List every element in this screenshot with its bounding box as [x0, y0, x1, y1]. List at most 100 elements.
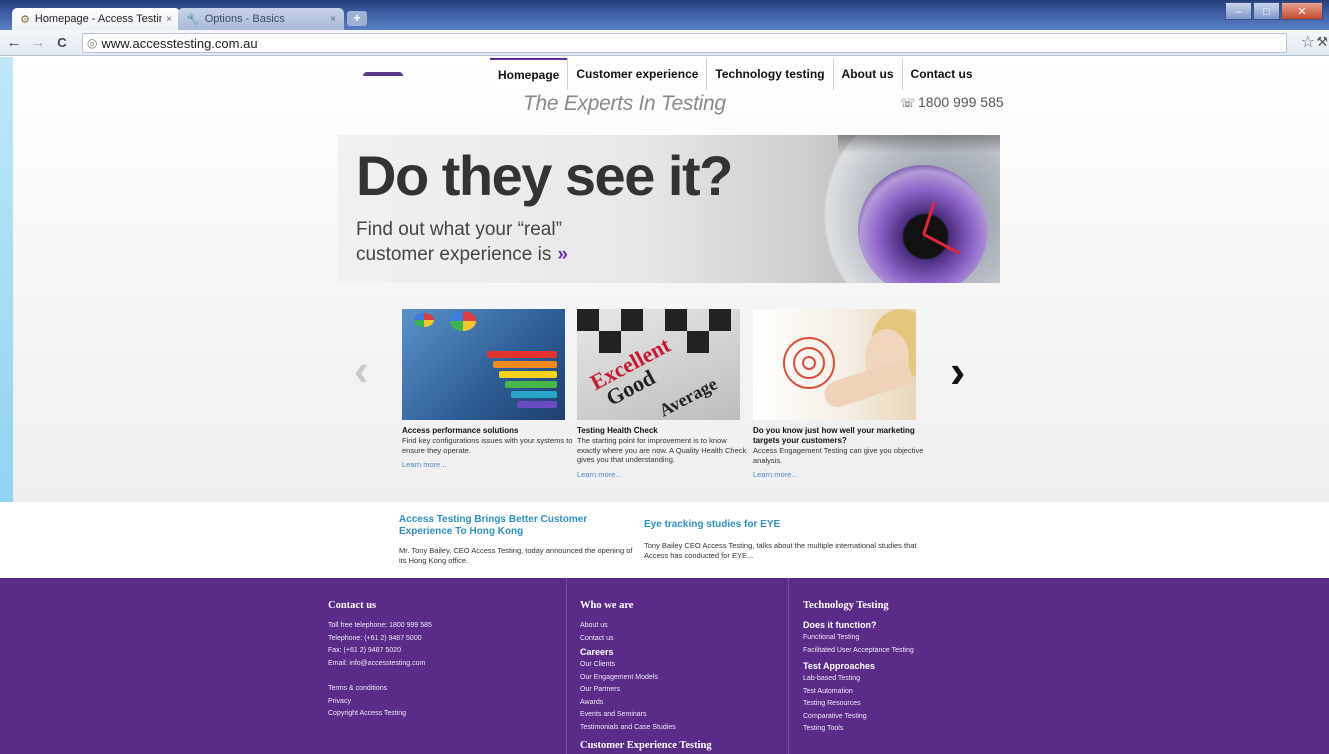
hero-headline: Do they see it?	[356, 144, 733, 207]
hero-subline-1: Find out what your “real”	[356, 219, 562, 240]
nav-contact-us[interactable]: Contact us	[901, 58, 981, 90]
nav-homepage[interactable]: Homepage	[490, 58, 568, 90]
card-learn-more-link[interactable]: Learn more...	[577, 470, 749, 479]
footer-subheading[interactable]: Careers	[580, 647, 788, 657]
footer-tech-column: Technology Testing Does it function? Fun…	[788, 578, 1028, 754]
footer-link[interactable]: Facilitated User Acceptance Testing	[803, 645, 1028, 658]
news-title-link[interactable]: Access Testing Brings Better Customer Ex…	[399, 514, 599, 538]
browser-titlebar: ⚙ Homepage - Access Testing × 🔧 Options …	[0, 0, 1329, 30]
nav-about-us[interactable]: About us	[832, 58, 902, 90]
carousel-card-health-check: Excellent Good Average Testing Health Ch…	[577, 309, 749, 479]
tab-homepage[interactable]: ⚙ Homepage - Access Testing ×	[12, 8, 180, 30]
card-description: Find key configurations issues with your…	[402, 436, 573, 455]
phone-number: ☏ 1800 999 585	[900, 94, 1004, 110]
footer-link[interactable]: Lab-based Testing	[803, 673, 1028, 686]
news-description: Tony Bailey CEO Access Testing, talks ab…	[644, 541, 917, 560]
nav-customer-experience[interactable]: Customer experience	[567, 58, 706, 90]
carousel-next-button[interactable]: ›	[950, 344, 965, 398]
reload-button[interactable]: C	[52, 33, 72, 53]
hero-subline-2: customer experience is	[356, 244, 552, 265]
footer-link[interactable]: Testing Tools	[803, 723, 1028, 736]
carousel-prev-button[interactable]: ‹	[354, 346, 369, 396]
card-title: Testing Health Check	[577, 426, 658, 435]
footer-subheading: Test Approaches	[803, 661, 876, 671]
card-title: Do you know just how well your marketing…	[753, 426, 915, 445]
card-learn-more-link[interactable]: Learn more...	[753, 470, 925, 479]
footer-link[interactable]: Contact us	[580, 633, 788, 646]
footer-link-privacy[interactable]: Privacy	[328, 696, 558, 709]
window-controls: – □ ✕	[1225, 2, 1323, 20]
card-learn-more-link[interactable]: Learn more...	[402, 460, 574, 469]
tab-label: Homepage - Access Testing	[34, 13, 163, 25]
forward-button[interactable]: →	[28, 33, 48, 53]
footer-link[interactable]: Our Clients	[580, 659, 788, 672]
wrench-icon: 🔧	[186, 13, 200, 26]
tab-options-basics[interactable]: 🔧 Options - Basics ×	[178, 8, 344, 30]
page-info-icon[interactable]: ◎	[87, 36, 97, 50]
puzzle-piece	[599, 331, 621, 353]
bar-graphic	[517, 401, 557, 408]
news-description: Mr. Tony Bailey, CEO Access Testing, tod…	[399, 546, 633, 565]
target-thumbnail[interactable]	[753, 309, 916, 420]
footer-heading: Contact us	[328, 600, 377, 611]
nav-technology-testing[interactable]: Technology testing	[706, 58, 832, 90]
new-tab-button[interactable]: +	[347, 11, 367, 26]
url-text: www.accesstesting.com.au	[101, 35, 258, 51]
bar-graphic	[493, 361, 557, 368]
maximize-button[interactable]: □	[1253, 2, 1280, 20]
checklist-word: Average	[655, 373, 721, 420]
close-icon[interactable]: ×	[330, 14, 336, 25]
tab-label: Options - Basics	[204, 13, 285, 25]
carousel-card-marketing: Do you know just how well your marketing…	[753, 309, 925, 479]
double-chevron-right-icon[interactable]: »	[557, 244, 568, 265]
footer-link[interactable]: Comparative Testing	[803, 711, 1028, 724]
puzzle-piece	[621, 309, 643, 331]
footer-link-terms[interactable]: Terms & conditions	[328, 683, 558, 696]
gear-icon: ⚙	[20, 13, 30, 26]
charts-thumbnail[interactable]	[402, 309, 565, 420]
address-bar[interactable]: ◎ www.accesstesting.com.au	[82, 33, 1287, 53]
window-close-button[interactable]: ✕	[1281, 2, 1323, 20]
bar-graphic	[511, 391, 557, 398]
footer-link[interactable]: Awards	[580, 697, 788, 710]
footer-heading: Technology Testing	[803, 600, 889, 611]
footer-contact-column: Contact us Toll free telephone: 1800 999…	[328, 578, 558, 754]
hero-subline[interactable]: Find out what your “real” customer exper…	[356, 217, 596, 267]
footer-link[interactable]: Test Automation	[803, 686, 1028, 699]
site-footer: Contact us Toll free telephone: 1800 999…	[0, 578, 1329, 754]
card-description: The starting point for improvement is to…	[577, 436, 747, 464]
pie-chart-graphic	[414, 313, 434, 327]
pie-chart-graphic	[450, 311, 476, 331]
news-title-link[interactable]: Eye tracking studies for EYE	[644, 519, 929, 531]
footer-link-copyright[interactable]: Copyright Access Testing	[328, 708, 558, 721]
footer-link[interactable]: Functional Testing	[803, 632, 1028, 645]
footer-link[interactable]: Events and Seminars	[580, 709, 788, 722]
bar-graphic	[505, 381, 557, 388]
site-tagline: The Experts In Testing	[523, 92, 726, 115]
back-button[interactable]: ←	[4, 33, 24, 53]
footer-link[interactable]: Our Engagement Models	[580, 672, 788, 685]
card-title: Access performance solutions	[402, 426, 519, 435]
minimize-button[interactable]: –	[1225, 2, 1252, 20]
footer-link[interactable]: Our Partners	[580, 684, 788, 697]
bookmark-star-icon[interactable]: ☆	[1301, 32, 1315, 52]
site-logo[interactable]	[363, 72, 403, 76]
browser-toolbar: ← → C ◎ www.accesstesting.com.au ☆ ⚒	[0, 30, 1329, 56]
footer-email-link[interactable]: Email: info@accesstesting.com	[328, 658, 558, 671]
footer-subheading: Does it function?	[803, 620, 877, 630]
footer-link[interactable]: Testing Resources	[803, 698, 1028, 711]
eye-iris-image	[858, 165, 988, 283]
card-description: Access Engagement Testing can give you o…	[753, 446, 924, 465]
main-nav: Homepage Customer experience Technology …	[490, 58, 981, 90]
footer-link[interactable]: Testimonials and Case Studies	[580, 722, 788, 735]
footer-text: Toll free telephone: 1800 999 585	[328, 622, 432, 629]
bar-graphic	[499, 371, 557, 378]
settings-wrench-icon[interactable]: ⚒	[1316, 34, 1328, 50]
hero-banner[interactable]: Do they see it? Find out what your “real…	[338, 135, 1000, 283]
phone-icon: ☏	[900, 96, 916, 110]
news-item-hong-kong: Access Testing Brings Better Customer Ex…	[399, 514, 639, 565]
footer-link[interactable]: About us	[580, 620, 788, 633]
close-icon[interactable]: ×	[166, 14, 172, 25]
eye-lashes	[838, 135, 1000, 153]
checklist-thumbnail[interactable]: Excellent Good Average	[577, 309, 740, 420]
